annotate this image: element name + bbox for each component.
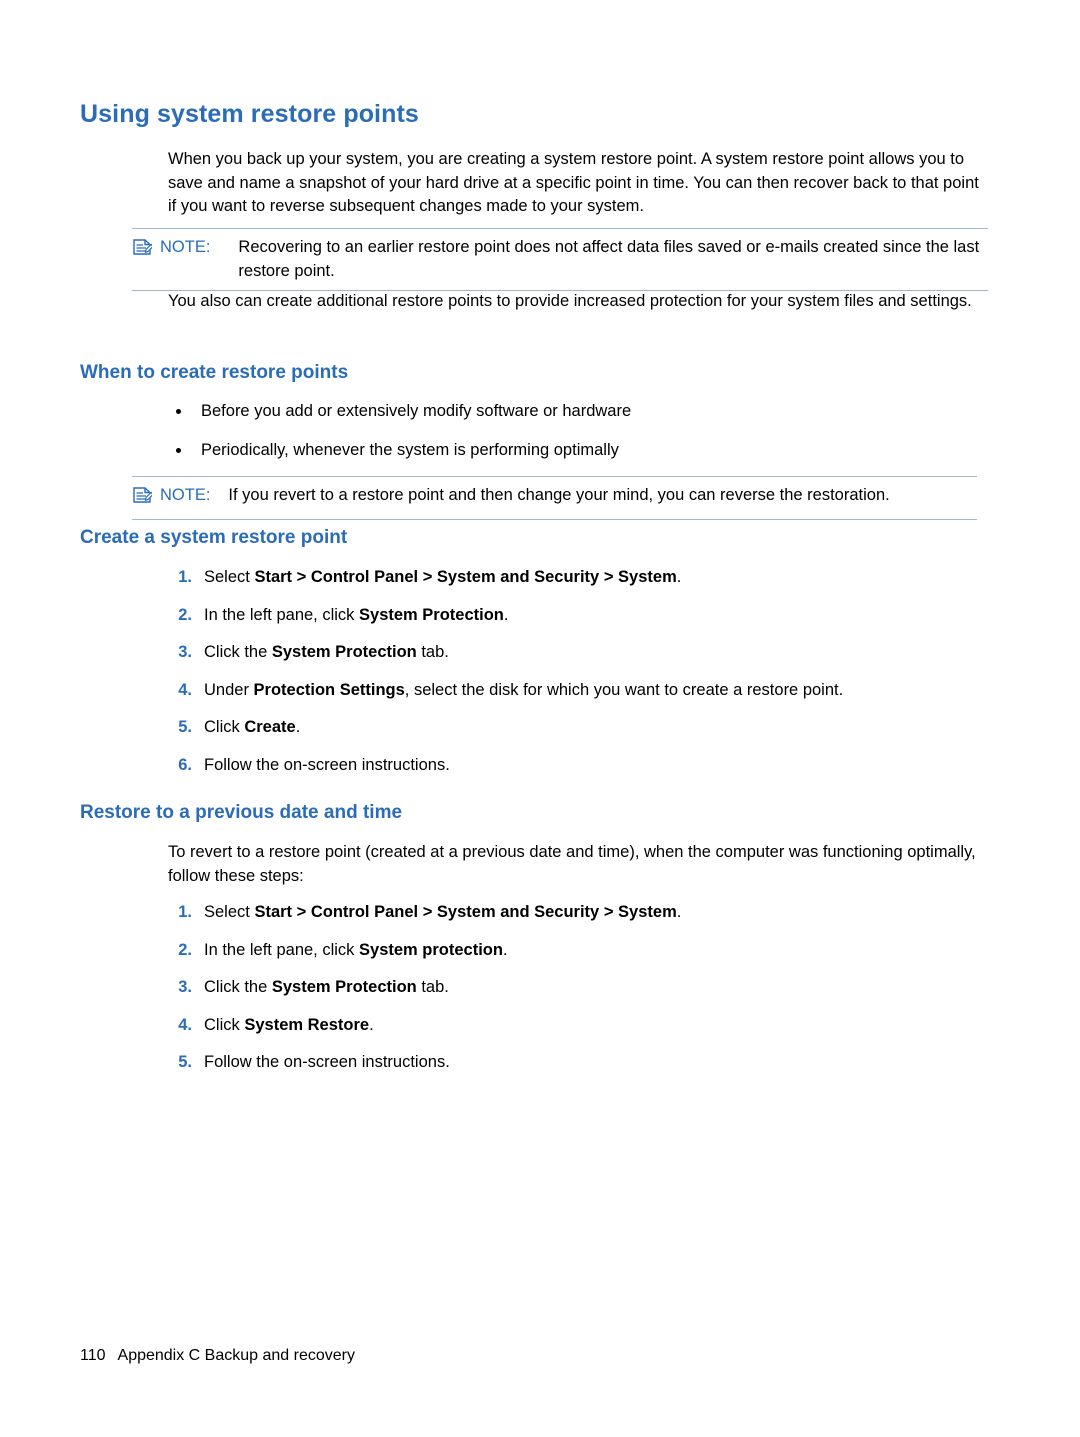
- step-text-bold: Create: [244, 718, 296, 736]
- step-number: 2.: [178, 605, 192, 624]
- step-text-bold: Start > Control Panel > System and Secur…: [254, 903, 677, 921]
- step-text-bold: System Restore: [244, 1015, 370, 1034]
- step-number: 6.: [178, 755, 192, 774]
- footer-page-number: 110: [80, 1347, 106, 1364]
- list-item: 1. Select Start > Control Panel > System …: [168, 566, 988, 590]
- note-box-1: NOTE: Recovering to an earlier restore p…: [132, 228, 988, 291]
- step-text-bold: Protection Settings: [253, 680, 405, 699]
- step-text-suffix: .: [676, 568, 682, 586]
- list-item: 4. Click System Restore.: [168, 1014, 988, 1038]
- list-item: 4. Under Protection Settings, select the …: [168, 679, 988, 703]
- note-icon: [132, 486, 154, 512]
- create-restore-point-steps: 1. Select Start > Control Panel > System …: [168, 566, 988, 791]
- restore-intro-paragraph: To revert to a restore point (created at…: [168, 843, 976, 885]
- step-text-suffix: , select the disk for which you want to …: [404, 680, 844, 699]
- step-text-prefix: Click: [204, 718, 245, 736]
- heading-when-to-create: When to create restore points: [80, 362, 349, 383]
- note-box-2: NOTE: If you revert to a restore point a…: [132, 476, 977, 520]
- step-text-suffix: .: [676, 903, 682, 921]
- note-text-2: If you revert to a restore point and the…: [228, 486, 890, 504]
- list-item: 2. In the left pane, click System protect…: [168, 939, 988, 963]
- list-item: Before you add or extensively modify sof…: [168, 400, 988, 424]
- step-text-suffix: .: [295, 718, 301, 736]
- when-to-create-bullet-list: Before you add or extensively modify sof…: [168, 400, 988, 477]
- document-page: Using system restore points When you bac…: [0, 0, 1080, 1437]
- step-number: 4.: [178, 680, 192, 699]
- step-text-prefix: In the left pane, click: [204, 940, 360, 959]
- step-number: 1.: [178, 903, 192, 921]
- step-text-prefix: Select: [204, 903, 255, 921]
- step-number: 5.: [178, 1053, 192, 1071]
- step-text-bold: Start > Control Panel > System and Secur…: [254, 568, 677, 586]
- step-text-bold: System Protection: [359, 605, 504, 624]
- note-text-1: Recovering to an earlier restore point d…: [238, 238, 980, 280]
- step-text-suffix: tab.: [416, 643, 449, 661]
- paragraph-2: You also can create additional restore p…: [168, 292, 972, 310]
- step-number: 1.: [178, 568, 192, 586]
- step-text-bold: System Protection: [271, 978, 417, 996]
- note-label-2: NOTE:: [160, 486, 211, 504]
- step-text-bold: System protection: [359, 940, 503, 959]
- heading-create-restore-point: Create a system restore point: [80, 527, 348, 548]
- list-item: 5. Click Create.: [168, 716, 988, 740]
- page-title: Using system restore points: [80, 100, 419, 128]
- step-number: 3.: [178, 978, 192, 996]
- step-text-bold: System Protection: [271, 643, 417, 661]
- step-text-suffix: .: [369, 1015, 374, 1034]
- list-item: 2. In the left pane, click System Protect…: [168, 604, 988, 628]
- step-text-prefix: Click the: [204, 978, 272, 996]
- list-item: Periodically, whenever the system is per…: [168, 439, 988, 463]
- step-text-prefix: Follow the on-screen instructions.: [204, 1053, 450, 1071]
- step-number: 3.: [178, 643, 192, 661]
- list-item: 3. Click the System Protection tab.: [168, 641, 988, 665]
- restore-previous-date-steps: 1. Select Start > Control Panel > System …: [168, 901, 988, 1089]
- step-text-suffix: .: [503, 605, 509, 624]
- step-text-suffix: tab.: [416, 978, 449, 996]
- heading-restore-previous-date: Restore to a previous date and time: [80, 802, 403, 823]
- intro-paragraph: When you back up your system, you are cr…: [168, 150, 979, 215]
- step-text-prefix: Select: [204, 568, 255, 586]
- page-footer: 110 Appendix C Backup and recovery: [80, 1347, 355, 1365]
- step-number: 5.: [178, 718, 192, 736]
- list-item: 5. Follow the on-screen instructions.: [168, 1051, 988, 1075]
- step-text-prefix: Click: [204, 1015, 245, 1034]
- step-text-suffix: .: [502, 940, 508, 959]
- list-item: 3. Click the System Protection tab.: [168, 976, 988, 1000]
- step-text-prefix: Under: [204, 680, 254, 699]
- note-icon: [132, 238, 154, 264]
- list-item: 1. Select Start > Control Panel > System …: [168, 901, 988, 925]
- list-item: 6. Follow the on-screen instructions.: [168, 754, 988, 778]
- step-text-prefix: In the left pane, click: [204, 605, 360, 624]
- note-label-1: NOTE:: [160, 238, 211, 256]
- step-text-prefix: Click the: [204, 643, 272, 661]
- step-number: 4.: [178, 1015, 192, 1034]
- step-number: 2.: [178, 940, 192, 959]
- step-text-prefix: Follow the on-screen instructions.: [204, 755, 450, 774]
- footer-text: Appendix C Backup and recovery: [117, 1347, 355, 1364]
